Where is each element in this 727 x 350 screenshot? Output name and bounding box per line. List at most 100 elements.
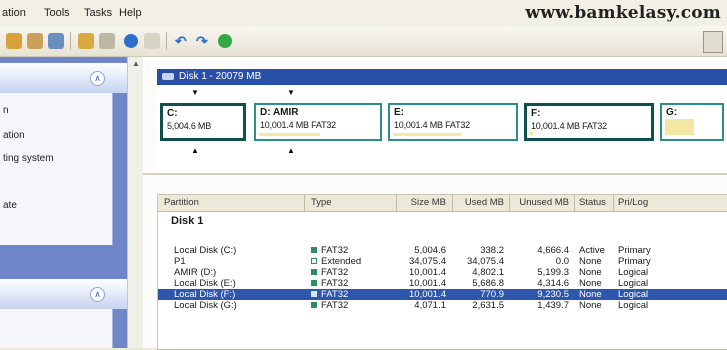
col-partition[interactable]: Partition [164, 197, 199, 208]
col-separator [509, 195, 510, 211]
partition-block-d[interactable]: D: AMIR 10,001.4 MB FAT32 [254, 103, 382, 141]
cell-size: 10,001.4 [409, 267, 446, 278]
marker-down-icon: ▼ [287, 88, 295, 97]
pane-splitter[interactable] [143, 173, 727, 175]
table-header: Partition Type Size MB Used MB Unused MB… [158, 195, 727, 212]
task-item[interactable]: n [3, 105, 9, 116]
apply-icon[interactable] [218, 34, 232, 48]
move-partition-icon[interactable] [48, 33, 64, 49]
cell-type: FAT32 [321, 278, 349, 289]
marker-down-icon: ▼ [191, 88, 199, 97]
col-used[interactable]: Used MB [456, 197, 504, 208]
partition-info: 10,001.4 MB FAT32 [394, 120, 470, 130]
cell-prilog: Logical [618, 278, 649, 289]
col-separator [574, 195, 575, 211]
col-size[interactable]: Size MB [402, 197, 446, 208]
menu-bar: ation Tools Tasks Help www.bamkelasy.com [0, 0, 727, 27]
partition-info: 5,004.6 MB [167, 121, 212, 131]
col-separator [613, 195, 614, 211]
marker-up-icon: ▲ [287, 146, 295, 155]
cell-prilog: Logical [618, 267, 649, 278]
scroll-up-icon[interactable]: ▲ [131, 59, 141, 69]
disk-map: ▼ ▼ ▲ ▲ C: 5,004.6 MB D: AMIR 10,001.4 M… [157, 85, 727, 173]
task-item[interactable]: ate [3, 200, 17, 211]
cell-used: 770.9 [480, 289, 504, 300]
toolbar-separator [166, 32, 167, 50]
col-status[interactable]: Status [579, 197, 606, 208]
table-row-selected[interactable]: Local Disk (F:) FAT32 10,001.4 770.9 9,2… [158, 289, 727, 300]
redo-icon[interactable]: ↷ [196, 33, 212, 49]
task-list-box: n ation ting system ate [0, 93, 113, 245]
partition-block-g[interactable]: G: [660, 103, 724, 141]
cell-type: FAT32 [321, 267, 349, 278]
toolbar-end-button[interactable] [703, 31, 723, 53]
cell-size: 10,001.4 [409, 278, 446, 289]
partition-name: G: [666, 107, 678, 118]
cell-unused: 5,199.3 [537, 267, 569, 278]
menu-tools[interactable]: Tools [44, 7, 70, 19]
cell-type: Extended [321, 256, 362, 267]
task-panel-header: ∧ [0, 63, 127, 93]
usage-bar [665, 119, 694, 135]
create-partition-icon[interactable] [6, 33, 22, 49]
toolbar-separator [70, 32, 71, 50]
cell-prilog: Primary [618, 245, 651, 256]
info-icon[interactable] [124, 34, 138, 48]
cell-status: None [579, 256, 602, 267]
cell-unused: 0.0 [555, 256, 569, 267]
table-row[interactable]: Local Disk (C:) FAT32 5,004.6 338.2 4,66… [158, 245, 727, 256]
fat32-icon [311, 302, 317, 308]
vertical-scrollbar[interactable]: ▲ [127, 57, 144, 348]
menu-help[interactable]: Help [119, 7, 142, 19]
search-icon[interactable] [144, 33, 160, 49]
folder-icon[interactable] [78, 33, 94, 49]
usage-bar [530, 132, 533, 135]
cell-status: None [579, 289, 602, 300]
cell-status: Active [579, 245, 605, 256]
usage-bar [393, 133, 461, 136]
disk-icon [162, 73, 174, 80]
collapse-icon[interactable]: ∧ [90, 287, 105, 302]
task-item[interactable]: ation [3, 130, 25, 141]
partition-block-f[interactable]: F: 10,001.4 MB FAT32 [524, 103, 654, 141]
partition-info: 10,001.4 MB FAT32 [531, 121, 607, 131]
cell-used: 34,075.4 [467, 256, 504, 267]
cell-type: FAT32 [321, 289, 349, 300]
cell-partition: P1 [174, 256, 186, 267]
disk-label: Disk 1 - 20079 MB [179, 71, 262, 82]
col-separator [304, 195, 305, 211]
partition-name: F: [531, 108, 541, 119]
delete-icon[interactable] [99, 33, 115, 49]
menu-tasks[interactable]: Tasks [84, 7, 112, 19]
col-unused[interactable]: Unused MB [513, 197, 569, 208]
cell-status: None [579, 267, 602, 278]
undo-icon[interactable]: ↶ [175, 33, 191, 49]
table-row[interactable]: Local Disk (G:) FAT32 4,071.1 2,631.5 1,… [158, 300, 727, 311]
task-panel: ∧ n ation ting system ate ∧ [0, 57, 127, 348]
menu-operations[interactable]: ation [2, 7, 26, 19]
cell-partition: Local Disk (G:) [174, 300, 237, 311]
cell-size: 4,071.1 [414, 300, 446, 311]
cell-size: 10,001.4 [409, 289, 446, 300]
partition-block-e[interactable]: E: 10,001.4 MB FAT32 [388, 103, 518, 141]
col-separator [396, 195, 397, 211]
cell-prilog: Logical [618, 289, 649, 300]
cell-unused: 4,314.6 [537, 278, 569, 289]
disk-header-bar[interactable]: Disk 1 - 20079 MB [157, 69, 727, 85]
collapse-icon[interactable]: ∧ [90, 71, 105, 86]
cell-used: 5,686.8 [472, 278, 504, 289]
extended-icon [311, 258, 317, 264]
partition-name: D: AMIR [260, 107, 299, 118]
table-row[interactable]: AMIR (D:) FAT32 10,001.4 4,802.1 5,199.3… [158, 267, 727, 278]
cell-type: FAT32 [321, 300, 349, 311]
table-row[interactable]: Local Disk (E:) FAT32 10,001.4 5,686.8 4… [158, 278, 727, 289]
col-type[interactable]: Type [311, 197, 332, 208]
col-prilog[interactable]: Pri/Log [618, 197, 648, 208]
table-row[interactable]: P1 Extended 34,075.4 34,075.4 0.0 None P… [158, 256, 727, 267]
partition-block-c[interactable]: C: 5,004.6 MB [160, 103, 246, 141]
task-item[interactable]: ting system [3, 153, 54, 164]
user-icon[interactable] [27, 33, 43, 49]
task-list-box-2 [0, 309, 113, 348]
fat32-icon [311, 269, 317, 275]
partition-name: E: [394, 107, 404, 118]
